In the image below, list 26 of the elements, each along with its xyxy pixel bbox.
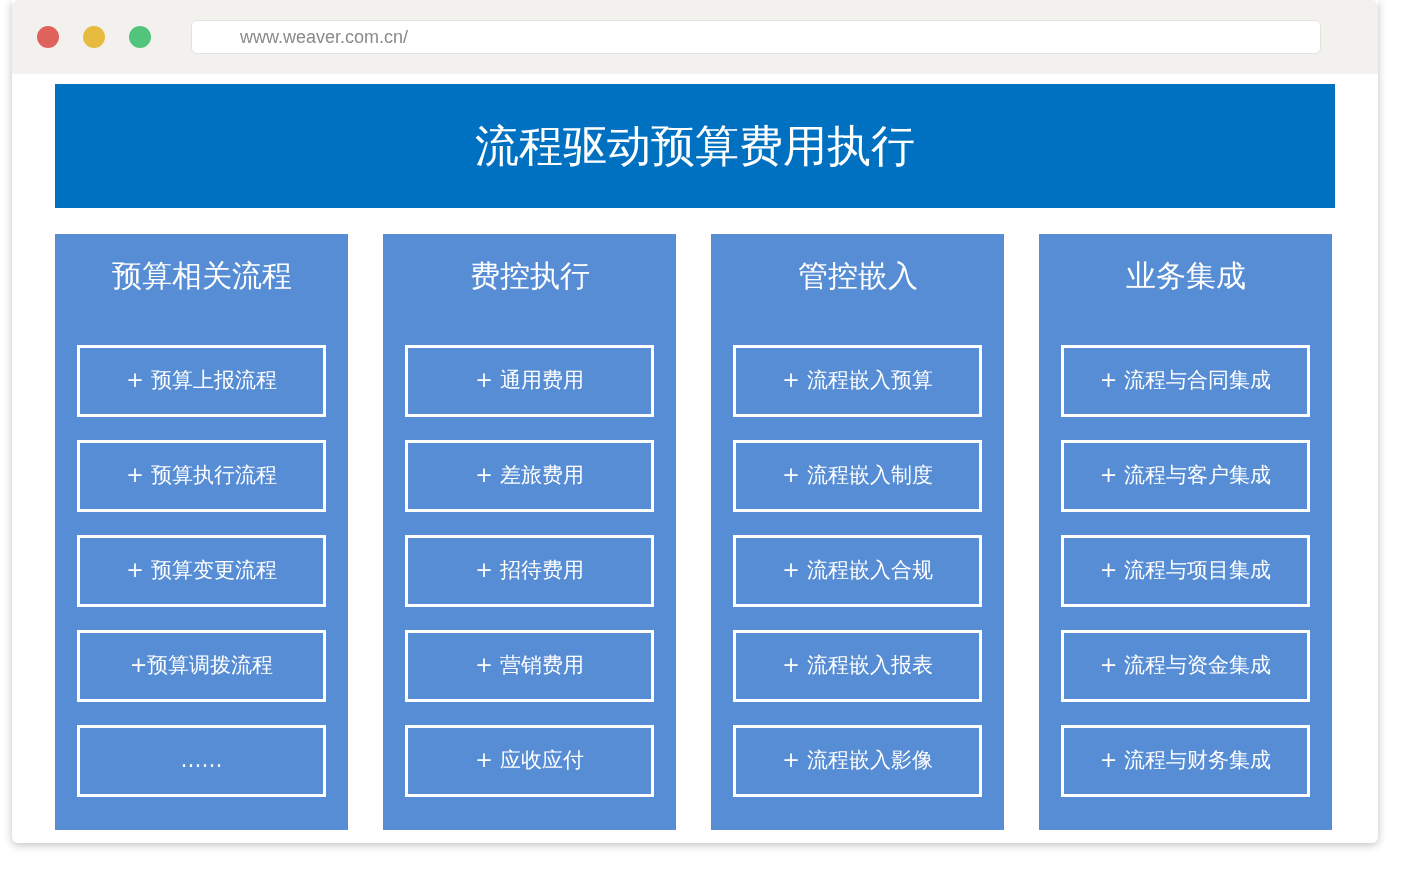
process-box: + 流程嵌入报表 <box>733 630 982 702</box>
process-box: + 差旅费用 <box>405 440 654 512</box>
process-box: +预算调拨流程 <box>77 630 326 702</box>
address-bar[interactable]: www.weaver.com.cn/ <box>191 20 1321 54</box>
process-box: + 流程与项目集成 <box>1061 535 1310 607</box>
banner-title: 流程驱动预算费用执行 <box>475 119 915 173</box>
process-box: + 流程嵌入合规 <box>733 535 982 607</box>
column-title: 费控执行 <box>469 257 590 295</box>
process-box: + 流程与财务集成 <box>1061 725 1310 797</box>
process-box: + 流程嵌入影像 <box>733 725 982 797</box>
process-box: + 流程嵌入预算 <box>733 345 982 417</box>
process-box: + 预算变更流程 <box>77 535 326 607</box>
column-title: 预算相关流程 <box>111 257 292 295</box>
column-title: 管控嵌入 <box>797 257 918 295</box>
process-box: + 预算上报流程 <box>77 345 326 417</box>
process-box: + 预算执行流程 <box>77 440 326 512</box>
process-box: + 招待费用 <box>405 535 654 607</box>
process-box: + 流程嵌入制度 <box>733 440 982 512</box>
process-box: + 营销费用 <box>405 630 654 702</box>
process-box: + 流程与合同集成 <box>1061 345 1310 417</box>
process-box: + 流程与资金集成 <box>1061 630 1310 702</box>
process-box: + 流程与客户集成 <box>1061 440 1310 512</box>
column-title: 业务集成 <box>1125 257 1246 295</box>
process-box: + 通用费用 <box>405 345 654 417</box>
process-box: + 应收应付 <box>405 725 654 797</box>
process-box: …… <box>77 725 326 797</box>
